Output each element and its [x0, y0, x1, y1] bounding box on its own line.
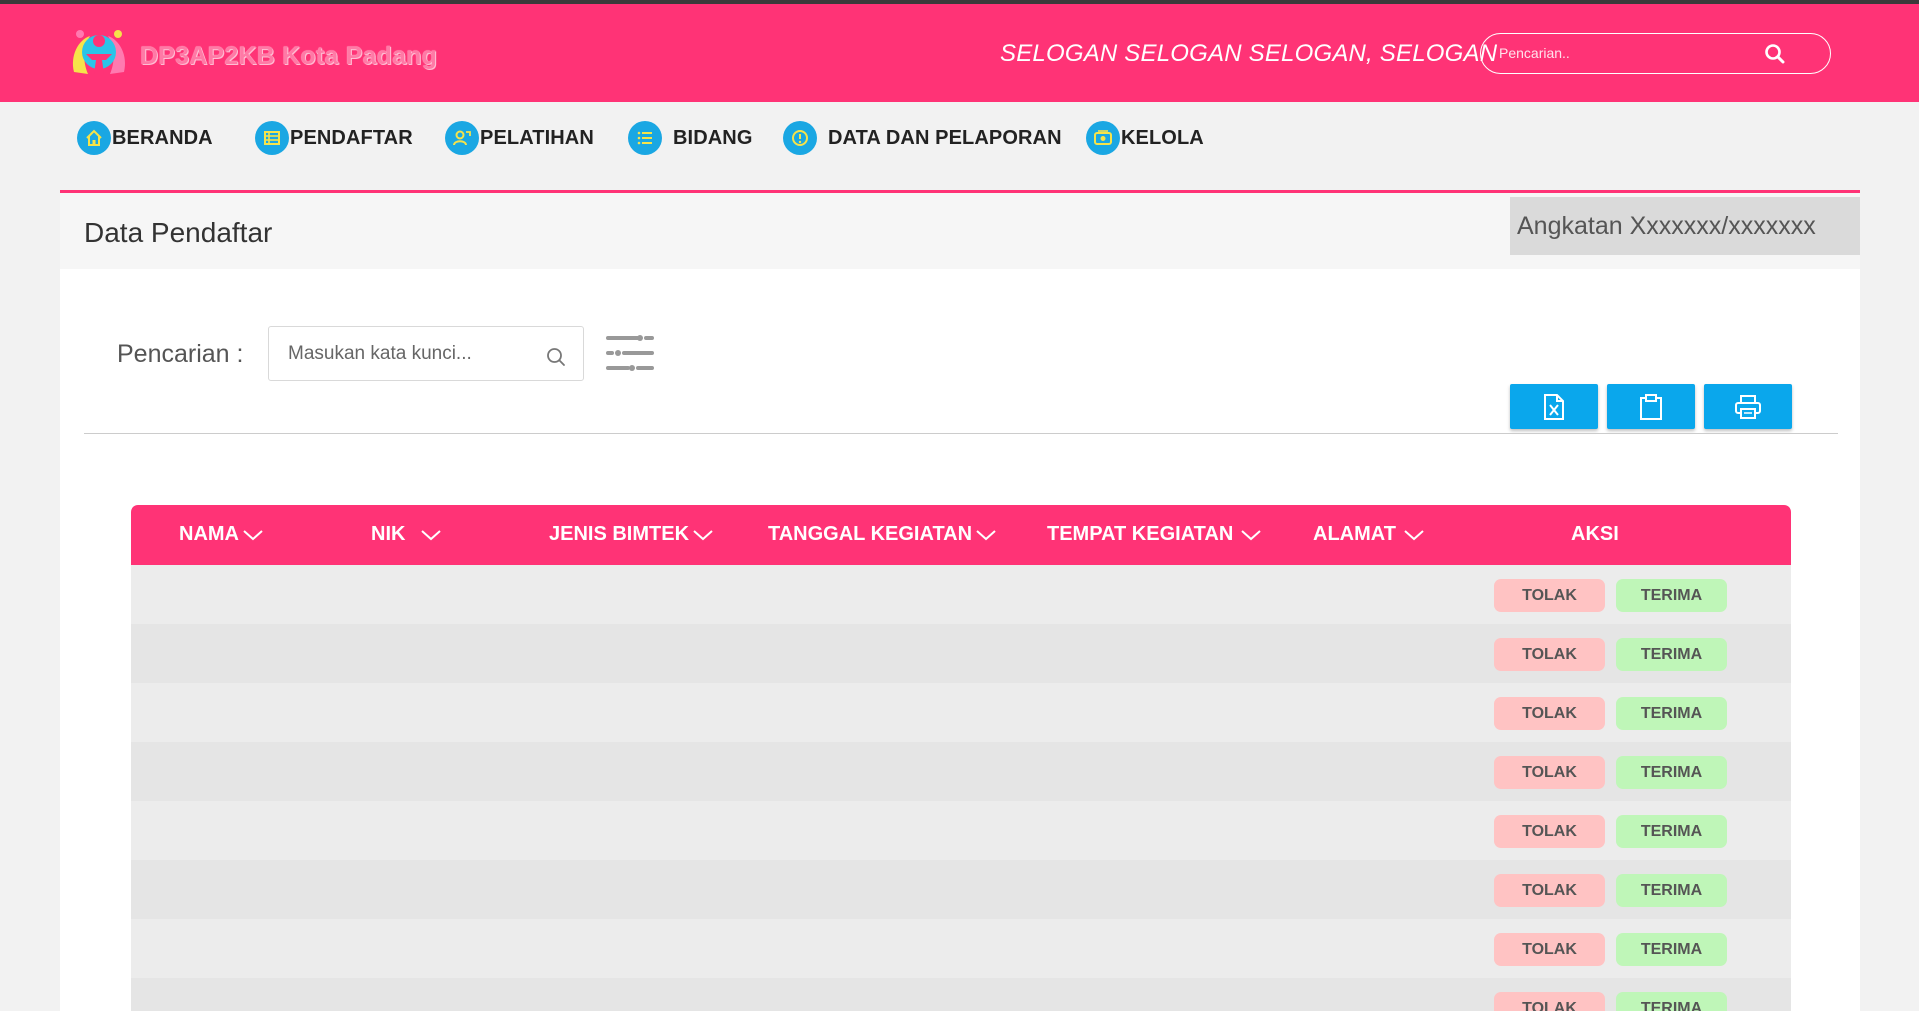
chevron-down-icon	[1241, 529, 1261, 540]
table-row: TOLAK TERIMA	[131, 860, 1791, 919]
column-label: ALAMAT	[1313, 523, 1396, 545]
print-button[interactable]	[1704, 384, 1792, 429]
report-icon	[783, 121, 817, 155]
list-icon	[628, 121, 662, 155]
header-search-input[interactable]	[1499, 43, 1749, 63]
table-row: TOLAK TERIMA	[131, 978, 1791, 1011]
accept-button[interactable]: TERIMA	[1616, 874, 1727, 907]
main-card: Data Pendaftar Angkatan Xxxxxxx/xxxxxxx …	[60, 190, 1860, 1011]
accept-button[interactable]: TERIMA	[1616, 815, 1727, 848]
column-header-alamat[interactable]: ALAMAT	[1313, 523, 1427, 546]
nav-label: PENDAFTAR	[290, 126, 413, 149]
table-row: TOLAK TERIMA	[131, 565, 1791, 624]
site-header: DP3AP2KB Kota Padang SELOGAN SELOGAN SEL…	[0, 4, 1919, 102]
table-row: TOLAK TERIMA	[131, 742, 1791, 801]
chevron-down-icon	[243, 529, 263, 540]
accept-button[interactable]: TERIMA	[1616, 933, 1727, 966]
toolbar-divider	[84, 433, 1838, 434]
header-slogan: SELOGAN SELOGAN SELOGAN, SELOGAN	[1000, 40, 1498, 67]
column-header-nama[interactable]: NAMA	[179, 523, 264, 546]
angkatan-badge[interactable]: Angkatan Xxxxxxx/xxxxxxx	[1510, 197, 1860, 255]
column-header-jenis-bimtek[interactable]: JENIS BIMTEK	[549, 523, 714, 546]
nav-item-pelatihan[interactable]: PELATIHAN	[445, 116, 594, 160]
main-nav: BERANDA PENDAFTAR PELATIHAN BIDANG DATA …	[0, 116, 1919, 166]
nav-label: BERANDA	[112, 126, 213, 149]
search-box[interactable]	[268, 326, 584, 381]
table-row: TOLAK TERIMA	[131, 624, 1791, 683]
nav-item-beranda[interactable]: BERANDA	[77, 116, 213, 160]
nav-label: BIDANG	[673, 126, 753, 149]
column-label: TEMPAT KEGIATAN	[1047, 523, 1234, 545]
reject-button[interactable]: TOLAK	[1494, 992, 1605, 1011]
nav-label: PELATIHAN	[480, 126, 594, 149]
table-row: TOLAK TERIMA	[131, 683, 1791, 742]
accept-button[interactable]: TERIMA	[1616, 638, 1727, 671]
search-label: Pencarian :	[117, 340, 244, 368]
column-header-aksi: AKSI	[1571, 523, 1619, 546]
table-row: TOLAK TERIMA	[131, 919, 1791, 978]
home-icon	[77, 121, 111, 155]
logo-icon[interactable]	[68, 26, 130, 82]
column-header-tempat-kegiatan[interactable]: TEMPAT KEGIATAN	[1047, 523, 1264, 546]
excel-export-icon	[1544, 393, 1564, 420]
copy-clipboard-button[interactable]	[1607, 384, 1695, 429]
page-title: Data Pendaftar	[84, 217, 273, 248]
nav-item-bidang[interactable]: BIDANG	[628, 116, 753, 160]
table-header: NAMA NIK JENIS BIMTEK TANGGAL KEGIATAN T…	[131, 505, 1791, 565]
column-label: NAMA	[179, 523, 239, 545]
export-excel-button[interactable]	[1510, 384, 1598, 429]
nav-item-data-dan-pelaporan[interactable]: DATA DAN PELAPORAN	[783, 116, 1062, 160]
training-icon	[445, 121, 479, 155]
filter-sliders-icon[interactable]	[604, 330, 656, 375]
clipboard-icon	[1640, 393, 1662, 420]
column-label: AKSI	[1571, 523, 1619, 545]
brand-name[interactable]: DP3AP2KB Kota Padang	[140, 42, 437, 71]
reject-button[interactable]: TOLAK	[1494, 874, 1605, 907]
register-list-icon	[255, 121, 289, 155]
reject-button[interactable]: TOLAK	[1494, 638, 1605, 671]
reject-button[interactable]: TOLAK	[1494, 815, 1605, 848]
column-label: TANGGAL KEGIATAN	[768, 523, 973, 545]
accept-button[interactable]: TERIMA	[1616, 992, 1727, 1011]
chevron-down-icon	[421, 529, 442, 540]
card-header: Data Pendaftar Angkatan Xxxxxxx/xxxxxxx	[60, 193, 1860, 269]
header-search[interactable]	[1480, 33, 1831, 74]
search-input[interactable]	[288, 342, 538, 366]
reject-button[interactable]: TOLAK	[1494, 697, 1605, 730]
nav-label: DATA DAN PELAPORAN	[828, 126, 1062, 149]
pendaftar-table: NAMA NIK JENIS BIMTEK TANGGAL KEGIATAN T…	[131, 505, 1791, 1011]
print-icon	[1735, 394, 1761, 419]
reject-button[interactable]: TOLAK	[1494, 579, 1605, 612]
column-header-tanggal-kegiatan[interactable]: TANGGAL KEGIATAN	[768, 523, 997, 546]
reject-button[interactable]: TOLAK	[1494, 756, 1605, 789]
manage-icon	[1086, 121, 1120, 155]
column-header-nik[interactable]: NIK	[371, 523, 442, 546]
table-row: TOLAK TERIMA	[131, 801, 1791, 860]
accept-button[interactable]: TERIMA	[1616, 579, 1727, 612]
search-icon[interactable]	[1764, 43, 1786, 65]
nav-item-kelola[interactable]: KELOLA	[1086, 116, 1204, 160]
nav-item-pendaftar[interactable]: PENDAFTAR	[255, 116, 413, 160]
search-icon[interactable]	[545, 346, 567, 368]
chevron-down-icon	[1404, 529, 1424, 540]
chevron-down-icon	[976, 529, 996, 540]
accept-button[interactable]: TERIMA	[1616, 697, 1727, 730]
nav-label: KELOLA	[1121, 126, 1204, 149]
column-label: NIK	[371, 523, 406, 545]
reject-button[interactable]: TOLAK	[1494, 933, 1605, 966]
column-label: JENIS BIMTEK	[549, 523, 690, 545]
accept-button[interactable]: TERIMA	[1616, 756, 1727, 789]
chevron-down-icon	[693, 529, 713, 540]
